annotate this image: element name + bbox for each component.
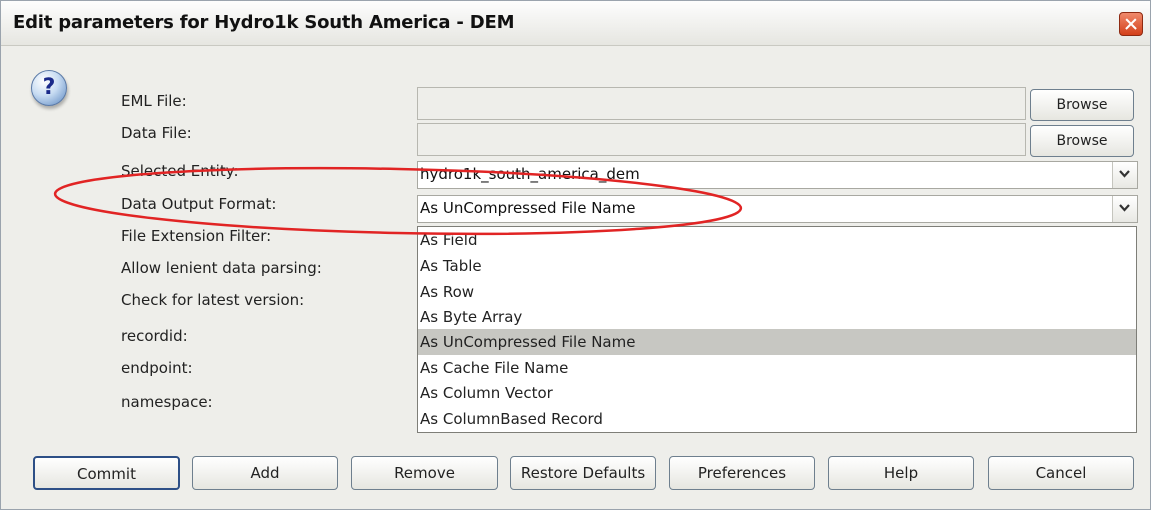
restore-defaults-button[interactable]: Restore Defaults [510, 456, 656, 490]
remove-button[interactable]: Remove [351, 456, 498, 490]
dropdown-option[interactable]: As Row [418, 279, 1136, 305]
dropdown-option[interactable]: As Column Vector [418, 380, 1136, 406]
check-latest-label: Check for latest version: [121, 291, 305, 309]
dropdown-option[interactable]: As Table [418, 253, 1136, 279]
selected-entity-label: Selected Entity: [121, 162, 239, 180]
selected-entity-select[interactable]: hydro1k_south_america_dem [417, 161, 1138, 189]
data-output-format-label: Data Output Format: [121, 195, 277, 213]
chevron-down-icon[interactable] [1112, 196, 1137, 222]
data-output-format-value: As UnCompressed File Name [420, 199, 636, 217]
data-file-label: Data File: [121, 124, 192, 142]
title-bar: Edit parameters for Hydro1k South Americ… [1, 1, 1150, 46]
help-button[interactable]: Help [828, 456, 974, 490]
dropdown-option[interactable]: As Byte Array [418, 304, 1136, 330]
namespace-label: namespace: [121, 393, 213, 411]
question-icon: ? [31, 70, 67, 106]
close-icon[interactable] [1119, 12, 1143, 36]
chevron-down-icon[interactable] [1112, 162, 1137, 188]
file-extension-filter-label: File Extension Filter: [121, 227, 272, 245]
dropdown-option[interactable]: As Cache File Name [418, 355, 1136, 381]
allow-lenient-label: Allow lenient data parsing: [121, 259, 322, 277]
selected-entity-value: hydro1k_south_america_dem [420, 165, 640, 183]
recordid-label: recordid: [121, 327, 188, 345]
window-title: Edit parameters for Hydro1k South Americ… [13, 12, 515, 33]
endpoint-label: endpoint: [121, 359, 193, 377]
dropdown-option[interactable]: As ColumnBased Record [418, 406, 1136, 432]
output-format-dropdown-list: As Field As Table As Row As Byte Array A… [417, 226, 1137, 433]
edit-parameters-dialog: Edit parameters for Hydro1k South Americ… [0, 0, 1151, 510]
dropdown-option-selected[interactable]: As UnCompressed File Name [418, 329, 1136, 355]
browse-data-button[interactable]: Browse [1030, 125, 1134, 157]
data-output-format-select[interactable]: As UnCompressed File Name [417, 195, 1138, 223]
cancel-button[interactable]: Cancel [988, 456, 1134, 490]
eml-file-field[interactable] [417, 87, 1026, 120]
browse-eml-button[interactable]: Browse [1030, 89, 1134, 121]
data-file-field[interactable] [417, 123, 1026, 156]
add-button[interactable]: Add [192, 456, 338, 490]
preferences-button[interactable]: Preferences [669, 456, 815, 490]
commit-button[interactable]: Commit [33, 456, 180, 490]
dropdown-option[interactable]: As Field [418, 227, 1136, 253]
eml-file-label: EML File: [121, 92, 187, 110]
